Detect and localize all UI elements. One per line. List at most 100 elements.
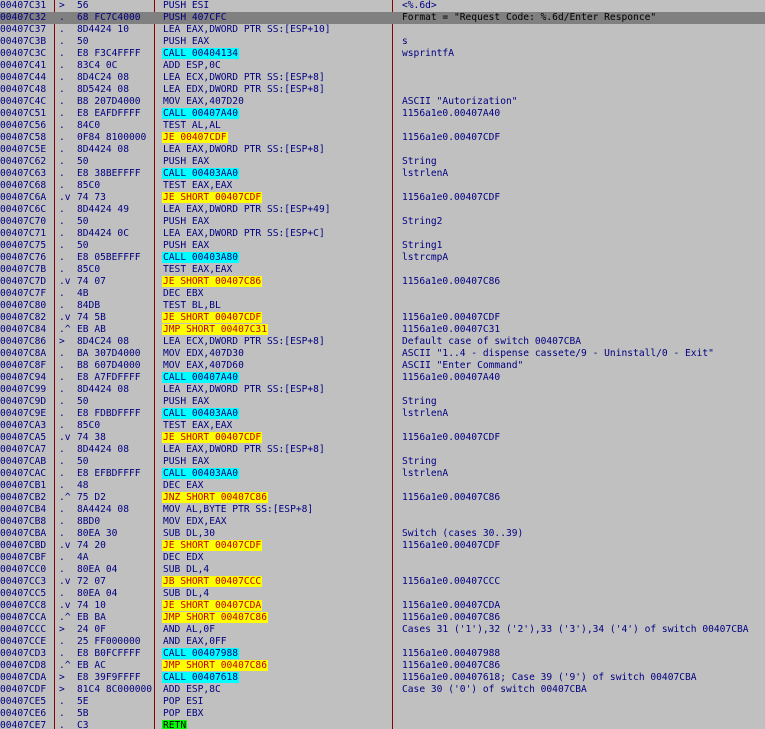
disassembly-row[interactable]: 00407C4C. B8 207D4000 MOV EAX,407D20 ASCII …: [0, 96, 765, 108]
row-jump-marker: .: [59, 84, 65, 95]
disassembly-pane[interactable]: 00407C31 >56 PUSH ESI <%.6d> 00407C32. 68 FC7…: [0, 0, 765, 729]
disassembly-row[interactable]: 00407C9D. 50 PUSH EAX String: [0, 396, 765, 408]
disassembly-row[interactable]: 00407C58. 0F84 8100000 JE 00407CDF 1156a1e0…: [0, 132, 765, 144]
disassembly-row[interactable]: 00407CBD .v 74 20 JE SHORT 00407CDF 1156a1e0…: [0, 540, 765, 552]
disassembly-row[interactable]: 00407CB1. 48 DEC EAX: [0, 480, 765, 492]
disassembly-row[interactable]: 00407CD8 .^ EB AC JMP SHORT 00407C86 1156a1e…: [0, 660, 765, 672]
disassembly-row[interactable]: 00407C86 >8D4C24 08 LEA ECX,DWORD PTR SS:[…: [0, 336, 765, 348]
disassembly-row[interactable]: 00407C71. 8D4424 0C LEA EAX,DWORD PTR SS:[…: [0, 228, 765, 240]
disassembly-row[interactable]: 00407C62. 50 PUSH EAX String: [0, 156, 765, 168]
disassembly-row[interactable]: 00407C32. 68 FC7C4000 PUSH 407CFC Format = …: [0, 12, 765, 24]
disassembly-row[interactable]: 00407C75. 50 PUSH EAX String1: [0, 240, 765, 252]
disassembly-row[interactable]: 00407C3B. 50 PUSH EAX s: [0, 36, 765, 48]
instruction-highlight-yellow: JE SHORT 00407CDA: [162, 600, 263, 611]
disassembly-row[interactable]: 00407C70. 50 PUSH EAX String2: [0, 216, 765, 228]
disassembly-row[interactable]: 00407C7D .v 74 07 JE SHORT 00407C86 1156a1e0…: [0, 276, 765, 288]
disassembly-row[interactable]: 00407C8A. BA 307D4000 MOV EDX,407D30 ASCII …: [0, 348, 765, 360]
disassembly-row[interactable]: 00407CE5. 5E POP ESI: [0, 696, 765, 708]
instruction-text: PUSH 407CFC: [163, 12, 227, 23]
disassembly-row[interactable]: 00407CBA. 80EA 30 SUB DL,30 Switch (cases 3…: [0, 528, 765, 540]
row-comment: [402, 708, 765, 720]
disassembly-row[interactable]: 00407C6A .v 74 73 JE SHORT 00407CDF 1156a1e0…: [0, 192, 765, 204]
disassembly-row[interactable]: 00407C68. 85C0 TEST EAX,EAX: [0, 180, 765, 192]
row-disassembly: POP ESI: [162, 696, 391, 708]
disassembly-row[interactable]: 00407CD3. E8 B0FCFFFF CALL 00407988 1156a1e…: [0, 648, 765, 660]
disassembly-row[interactable]: 00407C80. 84DB TEST BL,BL: [0, 300, 765, 312]
disassembly-row[interactable]: 00407CDA > E8 39F9FFFF CALL 00407618 1156a1e…: [0, 672, 765, 684]
disassembly-row[interactable]: 00407C76. E8 05BEFFFF CALL 00403A80 lstrcmp…: [0, 252, 765, 264]
row-hex-dump: 50: [77, 456, 89, 467]
disassembly-row[interactable]: 00407C31 >56 PUSH ESI <%.6d>: [0, 0, 765, 12]
disassembly-row[interactable]: 00407C82 .v 74 5B JE SHORT 00407CDF 1156a1e0…: [0, 312, 765, 324]
row-jump-marker: .^: [59, 492, 71, 503]
row-address: 00407CC5: [0, 588, 47, 599]
disassembly-row[interactable]: 00407C37. 8D4424 10 LEA EAX,DWORD PTR SS:[…: [0, 24, 765, 36]
row-hex-dump: C3: [77, 720, 89, 729]
disassembly-row[interactable]: 00407C44. 8D4C24 08 LEA ECX,DWORD PTR SS:[…: [0, 72, 765, 84]
disassembly-row[interactable]: 00407CBF. 4A DEC EDX: [0, 552, 765, 564]
disassembly-row[interactable]: 00407CE7. C3 RETN: [0, 720, 765, 729]
disassembly-row[interactable]: 00407CB4. 8A4424 08 MOV AL,BYTE PTR SS:[ES…: [0, 504, 765, 516]
disassembly-row[interactable]: 00407C5E. 8D4424 08 LEA EAX,DWORD PTR SS:[…: [0, 144, 765, 156]
row-comment: [402, 120, 765, 132]
disassembly-row[interactable]: 00407C48. 8D5424 08 LEA EDX,DWORD PTR SS:[…: [0, 84, 765, 96]
disassembly-row[interactable]: 00407CAC. E8 EFBDFFFF CALL 00403AA0 lstrlen…: [0, 468, 765, 480]
disassembly-row[interactable]: 00407C3C. E8 F3C4FFFF CALL 00404134 wsprint…: [0, 48, 765, 60]
disassembly-row[interactable]: 00407CDF >81C4 8C000000 ADD ESP,8C Case 30 …: [0, 684, 765, 696]
instruction-text: MOV AL,BYTE PTR SS:[ESP+8]: [163, 504, 314, 515]
disassembly-row[interactable]: 00407C63. E8 38BEFFFF CALL 00403AA0 lstrlen…: [0, 168, 765, 180]
instruction-text: PUSH ESI: [163, 0, 210, 11]
disassembly-row[interactable]: 00407CA3. 85C0 TEST EAX,EAX: [0, 420, 765, 432]
row-disassembly: SUB DL,4: [162, 564, 391, 576]
row-comment: 1156a1e0.00407988: [402, 648, 501, 659]
disassembly-row[interactable]: 00407CA7. 8D4424 08 LEA EAX,DWORD PTR SS:[…: [0, 444, 765, 456]
disassembly-row[interactable]: 00407C7B. 85C0 TEST EAX,EAX: [0, 264, 765, 276]
disassembly-row[interactable]: 00407C9E. E8 FDBDFFFF CALL 00403AA0 lstrlen…: [0, 408, 765, 420]
instruction-highlight-cyan: CALL 00404134: [162, 48, 240, 59]
row-address: 00407CA5: [0, 432, 47, 443]
disassembly-row[interactable]: 00407CAB. 50 PUSH EAX String: [0, 456, 765, 468]
disassembly-row[interactable]: 00407CC0. 80EA 04 SUB DL,4: [0, 564, 765, 576]
disassembly-row[interactable]: 00407CC3 .v 72 07 JB SHORT 00407CCC 1156a1e0…: [0, 576, 765, 588]
disassembly-row[interactable]: 00407C6C. 8D4424 49 LEA EAX,DWORD PTR SS:[…: [0, 204, 765, 216]
disassembly-row[interactable]: 00407CB2 .^ 75 D2 JNZ SHORT 00407C86 1156a1e…: [0, 492, 765, 504]
row-comment: [402, 552, 765, 564]
row-hex-dump: 50: [77, 36, 89, 47]
row-jump-marker: .: [59, 528, 65, 539]
instruction-text: LEA EAX,DWORD PTR SS:[ESP+8]: [163, 444, 325, 455]
row-hex-dump: 5E: [77, 696, 89, 707]
disassembly-row[interactable]: 00407C99. 8D4424 08 LEA EAX,DWORD PTR SS:[…: [0, 384, 765, 396]
disassembly-row[interactable]: 00407CCC >24 0F AND AL,0F Cases 31 ('1'),32…: [0, 624, 765, 636]
row-disassembly: JNZ SHORT 00407C86: [162, 492, 391, 504]
row-address: 00407C6C: [0, 204, 47, 215]
disassembly-row[interactable]: 00407C41. 83C4 0C ADD ESP,0C: [0, 60, 765, 72]
disassembly-row[interactable]: 00407C8F. B8 607D4000 MOV EAX,407D60 ASCII …: [0, 360, 765, 372]
row-disassembly: LEA EDX,DWORD PTR SS:[ESP+8]: [162, 84, 391, 96]
instruction-highlight-cyan: CALL 00407618: [162, 672, 240, 683]
instruction-highlight-cyan: CALL 00403AA0: [162, 168, 240, 179]
row-address: 00407C41: [0, 60, 47, 71]
disassembly-row[interactable]: 00407CC5. 80EA 04 SUB DL,4: [0, 588, 765, 600]
disassembly-row[interactable]: 00407C56. 84C0 TEST AL,AL: [0, 120, 765, 132]
disassembly-row[interactable]: 00407CE6. 5B POP EBX: [0, 708, 765, 720]
row-comment: [402, 84, 765, 96]
disassembly-row[interactable]: 00407CCA .^ EB BA JMP SHORT 00407C86 1156a1e…: [0, 612, 765, 624]
disassembly-row[interactable]: 00407C7F. 4B DEC EBX: [0, 288, 765, 300]
row-disassembly: MOV EAX,407D20: [162, 96, 391, 108]
disassembly-row[interactable]: 00407CB8. 8BD0 MOV EDX,EAX: [0, 516, 765, 528]
row-jump-marker: .: [59, 552, 65, 563]
row-hex-dump: 8D4424 08: [77, 144, 129, 155]
disassembly-row[interactable]: 00407C94. E8 A7FDFFFF CALL 00407A40 1156a1e…: [0, 372, 765, 384]
row-comment: [402, 636, 765, 648]
disassembly-row[interactable]: 00407CA5 .v 74 38 JE SHORT 00407CDF 1156a1e0…: [0, 432, 765, 444]
row-hex-dump: 25 FF000000: [77, 636, 141, 647]
disassembly-row[interactable]: 00407CCE. 25 FF000000 AND EAX,0FF: [0, 636, 765, 648]
row-comment: Switch (cases 30..39): [402, 528, 524, 539]
disassembly-row[interactable]: 00407C51. E8 EAFDFFFF CALL 00407A40 1156a1e…: [0, 108, 765, 120]
disassembly-row[interactable]: 00407CC8 .v 74 10 JE SHORT 00407CDA 1156a1e0…: [0, 600, 765, 612]
row-disassembly: MOV AL,BYTE PTR SS:[ESP+8]: [162, 504, 391, 516]
row-disassembly: CALL 00407988: [162, 648, 391, 660]
row-comment: String: [402, 456, 437, 467]
row-hex-dump: E8 38BEFFFF: [77, 168, 141, 179]
disassembly-row[interactable]: 00407C84 .^ EB AB JMP SHORT 00407C31 1156a1e…: [0, 324, 765, 336]
